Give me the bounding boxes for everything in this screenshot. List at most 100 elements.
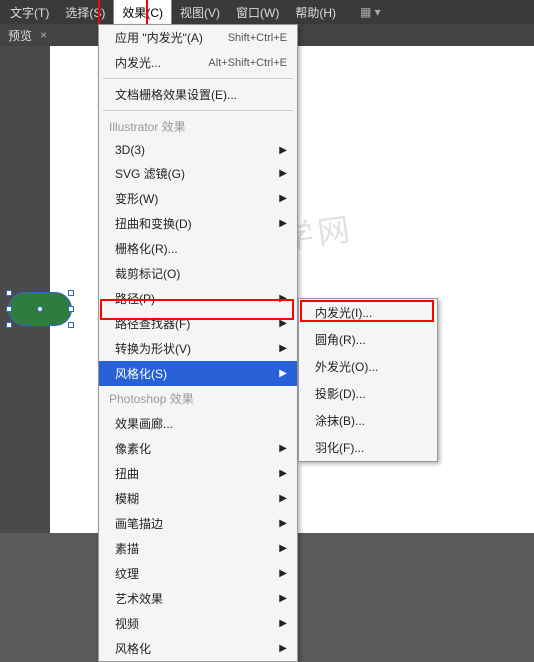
menu-item-label: 风格化 [115,640,151,657]
chevron-right-icon: ▶ [279,443,287,454]
menu-item-label: 转换为形状(V) [115,340,191,357]
menu-item[interactable]: 风格化(S) ▶ [99,361,297,386]
anchor-handle[interactable] [68,290,74,296]
menu-item[interactable]: 投影(D)... [299,380,437,407]
layout-icon[interactable]: ▦ ▾ [360,5,381,19]
chevron-right-icon: ▶ [279,543,287,554]
menu-item-label: 变形(W) [115,190,158,207]
menu-item[interactable]: 羽化(F)... [299,434,437,461]
menu-item-label: 扭曲和变换(D) [115,215,192,232]
menu-item-label: 羽化(F)... [315,439,364,456]
chevron-right-icon: ▶ [279,518,287,529]
effect-dropdown: 应用 "内发光"(A) Shift+Ctrl+E 内发光... Alt+Shif… [98,24,298,662]
menu-window[interactable]: 窗口(W) [228,0,287,25]
menu-item-label: 裁剪标记(O) [115,265,180,282]
menu-text[interactable]: 文字(T) [2,0,57,25]
menu-item[interactable]: 风格化 ▶ [99,636,297,661]
chevron-right-icon: ▶ [279,493,287,504]
menu-item-label: 内发光... [115,54,161,71]
menu-item-label: 像素化 [115,440,151,457]
menu-item-label: 栅格化(R)... [115,240,178,257]
menu-item-label: 圆角(R)... [315,331,366,348]
chevron-right-icon: ▶ [279,343,287,354]
tab-label: 预览 [8,27,32,44]
chevron-right-icon: ▶ [279,643,287,654]
chevron-right-icon: ▶ [279,593,287,604]
anchor-center[interactable] [37,306,43,312]
chevron-right-icon: ▶ [279,293,287,304]
menu-item[interactable]: 素描 ▶ [99,536,297,561]
menu-item[interactable]: 内发光(I)... [299,299,437,326]
menu-item[interactable]: 3D(3) ▶ [99,139,297,161]
anchor-handle[interactable] [68,322,74,328]
group-header-illustrator: Illustrator 效果 [99,114,297,139]
chevron-right-icon: ▶ [279,568,287,579]
shortcut-text: Shift+Ctrl+E [228,32,287,44]
anchor-handle[interactable] [68,306,74,312]
anchor-handle[interactable] [6,306,12,312]
chevron-right-icon: ▶ [279,218,287,229]
menu-item[interactable]: 像素化 ▶ [99,436,297,461]
menu-item-label: 素描 [115,540,139,557]
anchor-handle[interactable] [6,322,12,328]
menu-item[interactable]: 路径查找器(F) ▶ [99,311,297,336]
menu-item[interactable]: 视频 ▶ [99,611,297,636]
menu-item[interactable]: 变形(W) ▶ [99,186,297,211]
chevron-right-icon: ▶ [279,168,287,179]
separator [103,78,293,79]
menu-item[interactable]: 转换为形状(V) ▶ [99,336,297,361]
document-tab[interactable]: 预览 × [0,24,55,47]
menu-item-label: 风格化(S) [115,365,167,382]
close-icon[interactable]: × [40,28,47,42]
menu-item-label: SVG 滤镜(G) [115,165,185,182]
menu-item[interactable]: 涂抹(B)... [299,407,437,434]
menu-item-label: 画笔描边 [115,515,163,532]
menu-item[interactable]: 圆角(R)... [299,326,437,353]
menu-item[interactable]: 裁剪标记(O) [99,261,297,286]
menu-item[interactable]: 画笔描边 ▶ [99,511,297,536]
menu-item-label: 路径(P) [115,290,155,307]
menu-item[interactable]: 扭曲和变换(D) ▶ [99,211,297,236]
menu-item-label: 应用 "内发光"(A) [115,29,203,46]
menu-select[interactable]: 选择(S) [57,0,113,25]
chevron-right-icon: ▶ [279,368,287,379]
menu-doc-raster[interactable]: 文档栅格效果设置(E)... [99,82,297,107]
menu-item-label: 模糊 [115,490,139,507]
menu-item[interactable]: 纹理 ▶ [99,561,297,586]
menu-item[interactable]: 艺术效果▶ [99,586,297,611]
chevron-right-icon: ▶ [279,145,287,156]
menu-item-label: 外发光(O)... [315,358,378,375]
menu-inner-glow[interactable]: 内发光... Alt+Shift+Ctrl+E [99,50,297,75]
menu-item-label: 投影(D)... [315,385,366,402]
menu-item[interactable]: 路径(P) ▶ [99,286,297,311]
chevron-right-icon: ▶ [279,193,287,204]
menu-item-label: 涂抹(B)... [315,412,365,429]
group-header-photoshop: Photoshop 效果 [99,386,297,411]
menu-effect[interactable]: 效果(C) [113,0,172,26]
menu-item-label: 视频 [115,615,139,632]
menubar: 文字(T) 选择(S) 效果(C) 视图(V) 窗口(W) 帮助(H) ▦ ▾ [0,0,534,24]
menu-item-label: 内发光(I)... [315,304,372,321]
menu-item-label: 效果画廊... [115,415,173,432]
chevron-right-icon: ▶ [279,318,287,329]
menu-item[interactable]: 效果画廊... [99,411,297,436]
menu-item[interactable]: SVG 滤镜(G) ▶ [99,161,297,186]
chevron-right-icon: ▶ [279,468,287,479]
menu-view[interactable]: 视图(V) [172,0,228,25]
selected-shape[interactable] [8,292,72,326]
menu-item[interactable]: 栅格化(R)... [99,236,297,261]
menu-item-label: 纹理 [115,565,139,582]
anchor-handle[interactable] [6,290,12,296]
menu-apply-last[interactable]: 应用 "内发光"(A) Shift+Ctrl+E [99,25,297,50]
menu-item[interactable]: 外发光(O)... [299,353,437,380]
menu-item-label: 3D(3) [115,143,145,157]
menu-item-label: 文档栅格效果设置(E)... [115,86,237,103]
menu-item[interactable]: 模糊 ▶ [99,486,297,511]
menu-item[interactable]: 扭曲 ▶ [99,461,297,486]
menu-item-label: 路径查找器(F) [115,315,190,332]
shortcut-text: Alt+Shift+Ctrl+E [208,57,287,69]
stylize-submenu: 内发光(I)... 圆角(R)... 外发光(O)... 投影(D)... 涂抹(B).… [298,298,438,462]
chevron-right-icon: ▶ [279,618,287,629]
menu-item-label: 扭曲 [115,465,139,482]
menu-help[interactable]: 帮助(H) [287,0,344,25]
